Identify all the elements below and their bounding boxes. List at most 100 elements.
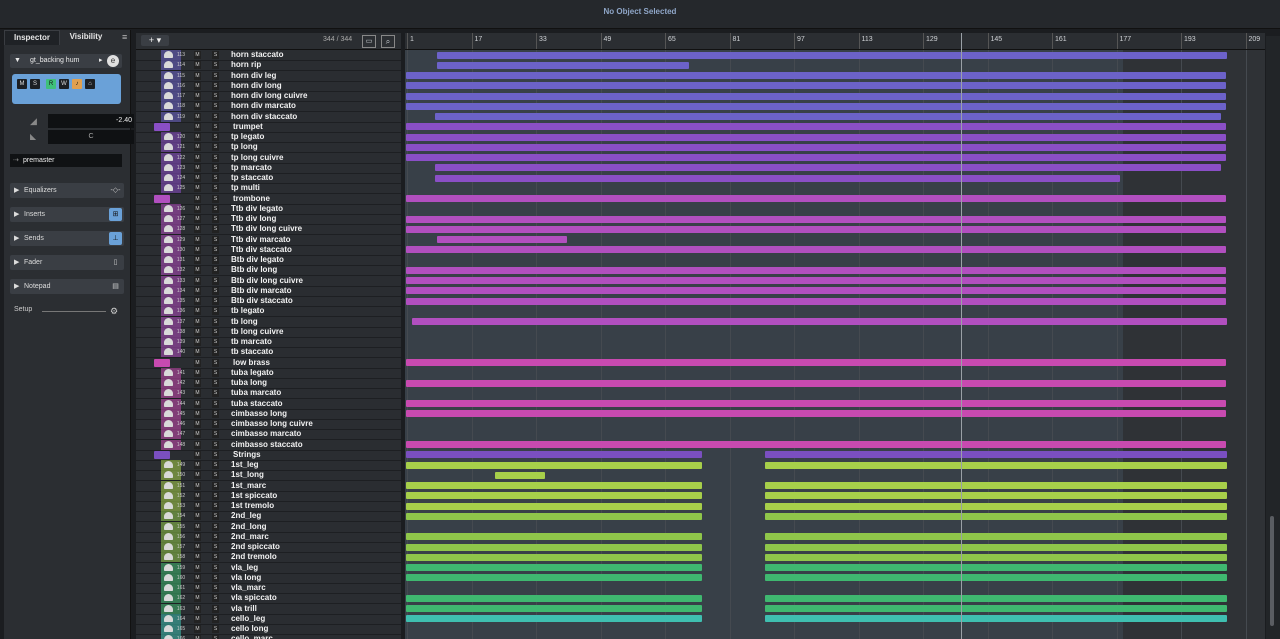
track-name[interactable]: tb marcato bbox=[231, 337, 272, 347]
chevron-right-icon[interactable]: ▸ bbox=[99, 54, 103, 68]
solo-button[interactable]: S bbox=[212, 553, 219, 562]
solo-button[interactable]: S bbox=[212, 409, 219, 418]
track-name[interactable]: Btb div staccato bbox=[231, 296, 293, 306]
mute-button[interactable]: M bbox=[194, 317, 201, 326]
event-part[interactable] bbox=[406, 533, 702, 541]
eq-icon[interactable]: -◇- bbox=[109, 184, 122, 197]
mute-button[interactable]: M bbox=[194, 625, 201, 633]
event-part[interactable] bbox=[406, 82, 1226, 90]
event-part[interactable] bbox=[406, 553, 702, 561]
mute-button[interactable]: M bbox=[194, 163, 201, 172]
track-name[interactable]: vla trill bbox=[231, 604, 257, 614]
event-part[interactable] bbox=[765, 543, 1227, 551]
track-name[interactable]: Btb div legato bbox=[231, 255, 284, 265]
solo-button[interactable]: S bbox=[212, 522, 219, 531]
folder-icon[interactable] bbox=[154, 122, 170, 131]
mute-button[interactable]: M bbox=[194, 635, 201, 639]
event-part[interactable] bbox=[765, 615, 1227, 623]
solo-button[interactable]: S bbox=[212, 327, 219, 336]
output-routing[interactable]: ⇢ premaster bbox=[10, 154, 122, 167]
mute-button[interactable]: M bbox=[194, 174, 201, 182]
event-part[interactable] bbox=[437, 51, 1227, 59]
event-part[interactable] bbox=[406, 451, 702, 459]
event-part[interactable] bbox=[406, 92, 1226, 100]
mute-button[interactable]: M bbox=[194, 512, 201, 521]
solo-button[interactable]: S bbox=[212, 348, 219, 357]
solo-button[interactable]: S bbox=[212, 635, 219, 639]
event-part[interactable] bbox=[406, 543, 702, 551]
solo-button[interactable]: S bbox=[212, 502, 219, 510]
track-name[interactable]: vla_marc bbox=[231, 583, 266, 593]
mute-button[interactable]: M bbox=[194, 491, 201, 500]
track-name[interactable]: 2nd spiccato bbox=[231, 542, 280, 552]
mute-button[interactable]: M bbox=[194, 379, 201, 387]
track-name[interactable]: cimbasso long bbox=[231, 409, 287, 419]
track-name[interactable]: tb legato bbox=[231, 306, 264, 316]
event-part[interactable] bbox=[765, 482, 1227, 489]
event-part[interactable] bbox=[406, 564, 702, 571]
track-name[interactable]: tuba legato bbox=[231, 368, 274, 378]
add-track-button[interactable]: + ▾ bbox=[141, 35, 169, 46]
mute-button[interactable]: M bbox=[194, 286, 201, 295]
track-name[interactable]: 2nd_long bbox=[231, 522, 267, 532]
track-name[interactable]: 2nd tremolo bbox=[231, 552, 277, 562]
menu-icon[interactable]: ≡ bbox=[122, 32, 127, 42]
event-part[interactable] bbox=[406, 72, 1226, 79]
mute-button[interactable]: M bbox=[194, 51, 201, 59]
track-name[interactable]: cello long bbox=[231, 624, 268, 634]
event-part[interactable] bbox=[765, 512, 1227, 520]
track-name[interactable]: low brass bbox=[233, 358, 270, 368]
event-part[interactable] bbox=[406, 143, 1226, 151]
section-sends[interactable]: ▶ Sends ⊥ bbox=[10, 231, 124, 246]
solo-button[interactable]: S bbox=[212, 379, 219, 387]
solo-button[interactable]: S bbox=[212, 532, 219, 541]
event-part[interactable] bbox=[437, 236, 567, 243]
mute-button[interactable]: M bbox=[17, 79, 27, 89]
fader-icon[interactable]: ▯ bbox=[109, 256, 122, 269]
solo-button[interactable]: S bbox=[212, 194, 219, 203]
event-part[interactable] bbox=[406, 133, 1226, 141]
solo-button[interactable]: S bbox=[212, 420, 219, 428]
solo-button[interactable]: S bbox=[212, 594, 219, 603]
track-name[interactable]: Ttb div staccato bbox=[231, 245, 292, 255]
gear-icon[interactable]: ⚙ bbox=[110, 306, 118, 317]
solo-button[interactable]: S bbox=[212, 92, 219, 100]
timeline-ruler[interactable]: 1 17 33 49 65 81 97 113 129 145 161 177 193 209 bbox=[405, 33, 1265, 50]
solo-button[interactable]: S bbox=[212, 543, 219, 551]
track-name[interactable]: 1st_long bbox=[231, 470, 264, 480]
track-name[interactable]: tp marcato bbox=[231, 163, 272, 173]
mute-button[interactable]: M bbox=[194, 215, 201, 223]
event-part[interactable] bbox=[765, 553, 1227, 561]
solo-button[interactable]: S bbox=[212, 112, 219, 121]
solo-button[interactable]: S bbox=[212, 584, 219, 592]
event-part[interactable] bbox=[406, 461, 702, 469]
record-enable-button[interactable]: R bbox=[46, 79, 56, 89]
solo-button[interactable]: S bbox=[212, 245, 219, 254]
track-name[interactable]: tp multi bbox=[231, 183, 260, 193]
mute-button[interactable]: M bbox=[194, 122, 201, 131]
track-name[interactable]: cello_marc bbox=[231, 634, 273, 639]
mute-button[interactable]: M bbox=[194, 71, 201, 80]
solo-button[interactable]: S bbox=[212, 430, 219, 439]
mute-button[interactable]: M bbox=[194, 338, 201, 346]
track-name[interactable]: tuba long bbox=[231, 378, 267, 388]
track-name[interactable]: Ttb div legato bbox=[231, 204, 283, 214]
solo-button[interactable]: S bbox=[212, 215, 219, 223]
section-equalizers[interactable]: ▶ Equalizers -◇- bbox=[10, 183, 124, 198]
mute-button[interactable]: M bbox=[194, 194, 201, 203]
track-name[interactable]: 2nd_marc bbox=[231, 532, 269, 542]
solo-button[interactable]: S bbox=[212, 450, 219, 459]
mute-button[interactable]: M bbox=[194, 543, 201, 551]
playhead-cursor[interactable] bbox=[961, 33, 962, 639]
track-name[interactable]: trombone bbox=[233, 194, 270, 204]
mute-button[interactable]: M bbox=[194, 614, 201, 623]
mute-button[interactable]: M bbox=[194, 368, 201, 377]
solo-button[interactable]: S bbox=[212, 71, 219, 80]
track-name[interactable]: Ttb div long bbox=[231, 214, 276, 224]
mute-button[interactable]: M bbox=[194, 102, 201, 111]
solo-button[interactable]: S bbox=[212, 297, 219, 305]
event-part[interactable] bbox=[406, 492, 702, 500]
mute-button[interactable]: M bbox=[194, 133, 201, 141]
event-part[interactable] bbox=[406, 123, 1226, 131]
solo-button[interactable]: S bbox=[212, 266, 219, 275]
